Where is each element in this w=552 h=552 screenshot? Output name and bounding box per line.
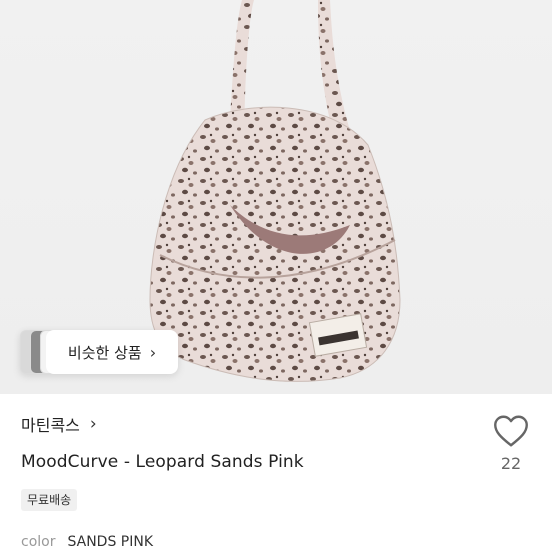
shop-link[interactable]: 마틴콕스 › (21, 412, 97, 436)
similar-products-pill[interactable]: 비슷한 상품 › (46, 330, 178, 374)
chevron-right-icon: › (89, 414, 97, 434)
heart-icon[interactable] (493, 414, 529, 448)
option-value: SANDS PINK (67, 534, 154, 550)
product-title: MoodCurve - Leopard Sands Pink (21, 452, 304, 472)
like-button[interactable]: 22 (490, 414, 532, 473)
chevron-right-icon: › (149, 342, 157, 362)
like-count: 22 (500, 454, 522, 473)
shop-name: 마틴콕스 (21, 416, 80, 435)
similar-products-button[interactable]: 비슷한 상품 › (20, 330, 178, 374)
free-shipping-badge: 무료배송 (21, 489, 78, 511)
product-image[interactable]: 비슷한 상품 › (0, 0, 552, 394)
product-info: 마틴콕스 › MoodCurve - Leopard Sands Pink 무료… (0, 394, 552, 552)
option-row: color SANDS PINK (21, 534, 153, 550)
similar-products-label: 비슷한 상품 (67, 343, 142, 362)
option-label: color (21, 534, 56, 550)
